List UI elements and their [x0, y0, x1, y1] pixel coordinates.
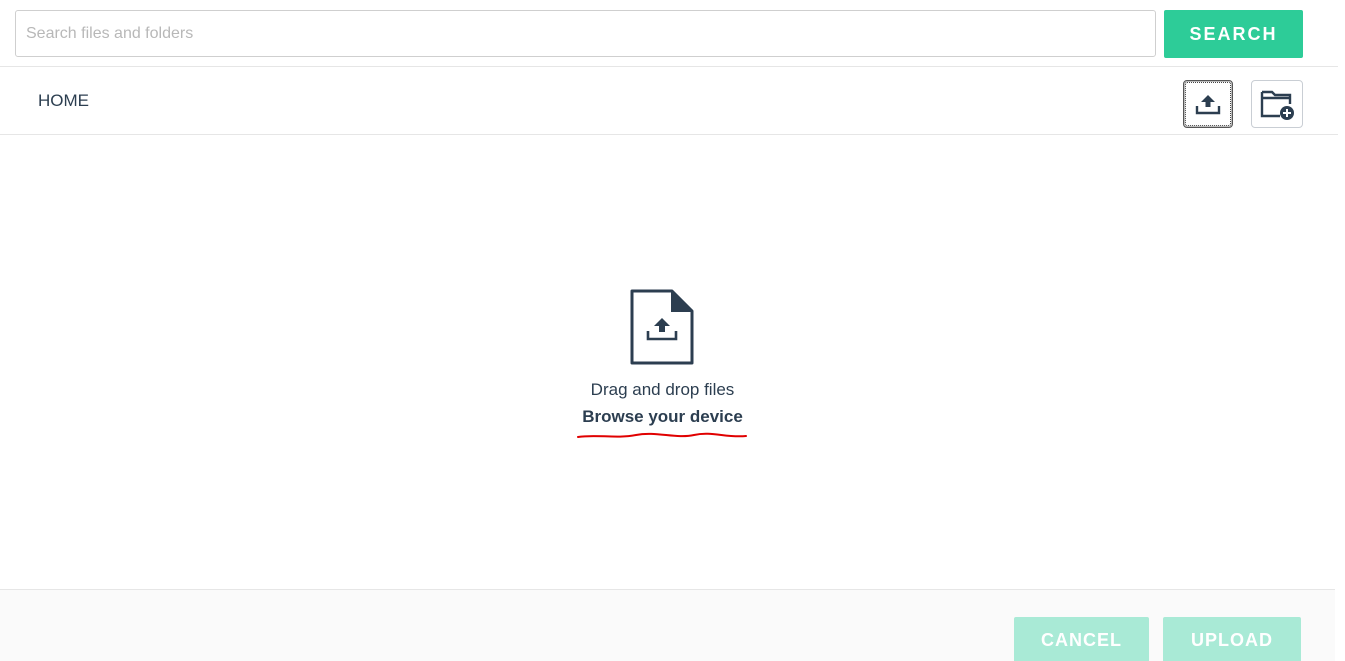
red-underline-annotation [577, 432, 747, 438]
breadcrumb-home[interactable]: HOME [38, 91, 89, 111]
cancel-button[interactable]: CANCEL [1014, 617, 1149, 661]
drop-zone[interactable]: Drag and drop files Browse your device [0, 135, 1338, 589]
upload-file-button[interactable] [1183, 80, 1233, 128]
new-folder-icon [1260, 90, 1294, 120]
search-bar: SEARCH [0, 0, 1338, 67]
toolbar: HOME [0, 67, 1338, 135]
file-upload-icon [630, 289, 694, 365]
upload-icon [1195, 95, 1221, 115]
upload-button[interactable]: UPLOAD [1163, 617, 1301, 661]
search-button[interactable]: SEARCH [1164, 10, 1303, 58]
file-manager: SEARCH HOME Drag and drop [0, 0, 1345, 661]
browse-device-link[interactable]: Browse your device [0, 407, 1325, 427]
drag-drop-text: Drag and drop files [590, 380, 735, 399]
search-input[interactable] [15, 10, 1156, 57]
footer: CANCEL UPLOAD [0, 589, 1335, 661]
new-folder-button[interactable] [1251, 80, 1303, 128]
